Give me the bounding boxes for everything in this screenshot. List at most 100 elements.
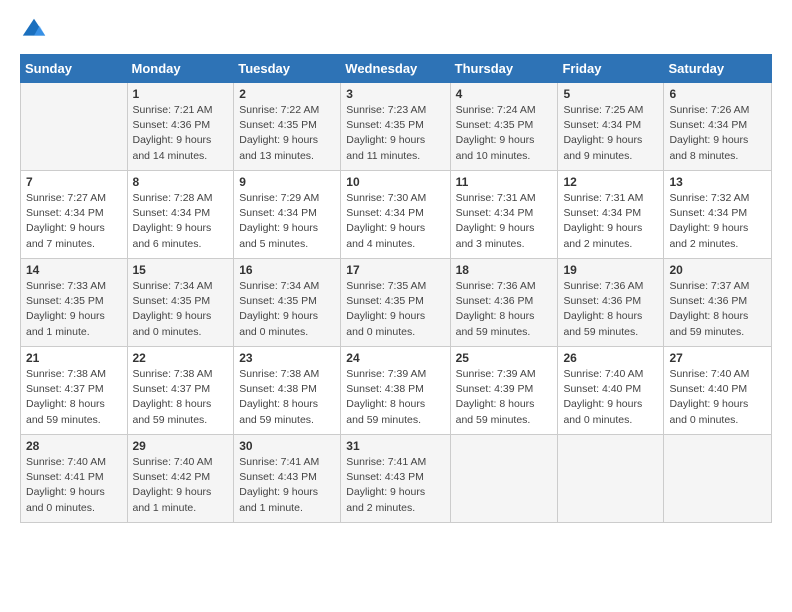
calendar-cell: 10Sunrise: 7:30 AM Sunset: 4:34 PM Dayli… xyxy=(341,171,450,259)
day-number: 14 xyxy=(26,263,122,277)
calendar-cell: 3 Sunrise: 7:23 AM Sunset: 4:35 PM Daylig… xyxy=(341,83,450,171)
cell-sun-info: Sunrise: 7:38 AM Sunset: 4:37 PM Dayligh… xyxy=(133,367,229,428)
calendar-week-row: 28 Sunrise: 7:40 AM Sunset: 4:41 PM Dayli… xyxy=(21,435,772,523)
day-number: 20 xyxy=(669,263,766,277)
cell-sun-info: Sunrise: 7:24 AM Sunset: 4:35 PM Dayligh… xyxy=(456,103,553,164)
calendar-cell: 26 Sunrise: 7:40 AM Sunset: 4:40 PM Dayli… xyxy=(558,347,664,435)
cell-sun-info: Sunrise: 7:38 AM Sunset: 4:37 PM Dayligh… xyxy=(26,367,122,428)
calendar-cell: 27 Sunrise: 7:40 AM Sunset: 4:40 PM Dayli… xyxy=(664,347,772,435)
calendar-cell: 22 Sunrise: 7:38 AM Sunset: 4:37 PM Dayli… xyxy=(127,347,234,435)
calendar-cell xyxy=(664,435,772,523)
cell-sun-info: Sunrise: 7:23 AM Sunset: 4:35 PM Dayligh… xyxy=(346,103,444,164)
cell-sun-info: Sunrise: 7:31 AM Sunset: 4:34 PM Dayligh… xyxy=(563,191,658,252)
calendar-cell: 6 Sunrise: 7:26 AM Sunset: 4:34 PM Daylig… xyxy=(664,83,772,171)
calendar-cell: 31 Sunrise: 7:41 AM Sunset: 4:43 PM Dayli… xyxy=(341,435,450,523)
day-number: 3 xyxy=(346,87,444,101)
cell-sun-info: Sunrise: 7:33 AM Sunset: 4:35 PM Dayligh… xyxy=(26,279,122,340)
calendar-cell: 13Sunrise: 7:32 AM Sunset: 4:34 PM Dayli… xyxy=(664,171,772,259)
day-number: 21 xyxy=(26,351,122,365)
calendar-cell: 24 Sunrise: 7:39 AM Sunset: 4:38 PM Dayli… xyxy=(341,347,450,435)
day-number: 2 xyxy=(239,87,335,101)
calendar-cell: 8Sunrise: 7:28 AM Sunset: 4:34 PM Daylig… xyxy=(127,171,234,259)
day-header-friday: Friday xyxy=(558,55,664,83)
day-number: 15 xyxy=(133,263,229,277)
day-number: 16 xyxy=(239,263,335,277)
cell-sun-info: Sunrise: 7:41 AM Sunset: 4:43 PM Dayligh… xyxy=(346,455,444,516)
day-number: 26 xyxy=(563,351,658,365)
day-number: 10 xyxy=(346,175,444,189)
day-number: 7 xyxy=(26,175,122,189)
calendar-table: SundayMondayTuesdayWednesdayThursdayFrid… xyxy=(20,54,772,523)
cell-sun-info: Sunrise: 7:40 AM Sunset: 4:41 PM Dayligh… xyxy=(26,455,122,516)
cell-sun-info: Sunrise: 7:26 AM Sunset: 4:34 PM Dayligh… xyxy=(669,103,766,164)
calendar-cell: 16 Sunrise: 7:34 AM Sunset: 4:35 PM Dayli… xyxy=(234,259,341,347)
day-header-sunday: Sunday xyxy=(21,55,128,83)
calendar-cell xyxy=(558,435,664,523)
cell-sun-info: Sunrise: 7:34 AM Sunset: 4:35 PM Dayligh… xyxy=(133,279,229,340)
day-number: 28 xyxy=(26,439,122,453)
day-header-tuesday: Tuesday xyxy=(234,55,341,83)
calendar-cell: 1Sunrise: 7:21 AM Sunset: 4:36 PM Daylig… xyxy=(127,83,234,171)
cell-sun-info: Sunrise: 7:41 AM Sunset: 4:43 PM Dayligh… xyxy=(239,455,335,516)
calendar-cell: 12 Sunrise: 7:31 AM Sunset: 4:34 PM Dayli… xyxy=(558,171,664,259)
calendar-cell: 5 Sunrise: 7:25 AM Sunset: 4:34 PM Daylig… xyxy=(558,83,664,171)
day-number: 9 xyxy=(239,175,335,189)
day-number: 29 xyxy=(133,439,229,453)
cell-sun-info: Sunrise: 7:37 AM Sunset: 4:36 PM Dayligh… xyxy=(669,279,766,340)
calendar-cell: 18 Sunrise: 7:36 AM Sunset: 4:36 PM Dayli… xyxy=(450,259,558,347)
calendar-cell xyxy=(450,435,558,523)
cell-sun-info: Sunrise: 7:31 AM Sunset: 4:34 PM Dayligh… xyxy=(456,191,553,252)
calendar-cell: 25Sunrise: 7:39 AM Sunset: 4:39 PM Dayli… xyxy=(450,347,558,435)
calendar-cell: 11 Sunrise: 7:31 AM Sunset: 4:34 PM Dayli… xyxy=(450,171,558,259)
day-header-monday: Monday xyxy=(127,55,234,83)
day-header-thursday: Thursday xyxy=(450,55,558,83)
day-number: 6 xyxy=(669,87,766,101)
page-header xyxy=(20,16,772,44)
calendar-cell: 29Sunrise: 7:40 AM Sunset: 4:42 PM Dayli… xyxy=(127,435,234,523)
cell-sun-info: Sunrise: 7:39 AM Sunset: 4:38 PM Dayligh… xyxy=(346,367,444,428)
calendar-cell: 15 Sunrise: 7:34 AM Sunset: 4:35 PM Dayli… xyxy=(127,259,234,347)
cell-sun-info: Sunrise: 7:28 AM Sunset: 4:34 PM Dayligh… xyxy=(133,191,229,252)
cell-sun-info: Sunrise: 7:25 AM Sunset: 4:34 PM Dayligh… xyxy=(563,103,658,164)
day-number: 5 xyxy=(563,87,658,101)
day-number: 19 xyxy=(563,263,658,277)
calendar-week-row: 14 Sunrise: 7:33 AM Sunset: 4:35 PM Dayli… xyxy=(21,259,772,347)
day-number: 30 xyxy=(239,439,335,453)
day-number: 27 xyxy=(669,351,766,365)
day-number: 24 xyxy=(346,351,444,365)
logo xyxy=(20,16,52,44)
cell-sun-info: Sunrise: 7:34 AM Sunset: 4:35 PM Dayligh… xyxy=(239,279,335,340)
cell-sun-info: Sunrise: 7:21 AM Sunset: 4:36 PM Dayligh… xyxy=(133,103,229,164)
cell-sun-info: Sunrise: 7:36 AM Sunset: 4:36 PM Dayligh… xyxy=(456,279,553,340)
cell-sun-info: Sunrise: 7:35 AM Sunset: 4:35 PM Dayligh… xyxy=(346,279,444,340)
cell-sun-info: Sunrise: 7:39 AM Sunset: 4:39 PM Dayligh… xyxy=(456,367,553,428)
logo-icon xyxy=(20,16,48,44)
cell-sun-info: Sunrise: 7:32 AM Sunset: 4:34 PM Dayligh… xyxy=(669,191,766,252)
days-header-row: SundayMondayTuesdayWednesdayThursdayFrid… xyxy=(21,55,772,83)
calendar-cell: 17Sunrise: 7:35 AM Sunset: 4:35 PM Dayli… xyxy=(341,259,450,347)
day-header-wednesday: Wednesday xyxy=(341,55,450,83)
calendar-week-row: 21 Sunrise: 7:38 AM Sunset: 4:37 PM Dayli… xyxy=(21,347,772,435)
cell-sun-info: Sunrise: 7:36 AM Sunset: 4:36 PM Dayligh… xyxy=(563,279,658,340)
calendar-cell: 9Sunrise: 7:29 AM Sunset: 4:34 PM Daylig… xyxy=(234,171,341,259)
calendar-week-row: 1Sunrise: 7:21 AM Sunset: 4:36 PM Daylig… xyxy=(21,83,772,171)
calendar-cell xyxy=(21,83,128,171)
calendar-cell: 4 Sunrise: 7:24 AM Sunset: 4:35 PM Daylig… xyxy=(450,83,558,171)
calendar-cell: 2Sunrise: 7:22 AM Sunset: 4:35 PM Daylig… xyxy=(234,83,341,171)
calendar-cell: 7 Sunrise: 7:27 AM Sunset: 4:34 PM Daylig… xyxy=(21,171,128,259)
calendar-cell: 14 Sunrise: 7:33 AM Sunset: 4:35 PM Dayli… xyxy=(21,259,128,347)
day-number: 22 xyxy=(133,351,229,365)
day-header-saturday: Saturday xyxy=(664,55,772,83)
cell-sun-info: Sunrise: 7:40 AM Sunset: 4:40 PM Dayligh… xyxy=(563,367,658,428)
day-number: 12 xyxy=(563,175,658,189)
cell-sun-info: Sunrise: 7:27 AM Sunset: 4:34 PM Dayligh… xyxy=(26,191,122,252)
calendar-cell: 28 Sunrise: 7:40 AM Sunset: 4:41 PM Dayli… xyxy=(21,435,128,523)
day-number: 18 xyxy=(456,263,553,277)
calendar-cell: 23Sunrise: 7:38 AM Sunset: 4:38 PM Dayli… xyxy=(234,347,341,435)
cell-sun-info: Sunrise: 7:40 AM Sunset: 4:40 PM Dayligh… xyxy=(669,367,766,428)
day-number: 4 xyxy=(456,87,553,101)
calendar-cell: 30 Sunrise: 7:41 AM Sunset: 4:43 PM Dayli… xyxy=(234,435,341,523)
day-number: 31 xyxy=(346,439,444,453)
calendar-cell: 19 Sunrise: 7:36 AM Sunset: 4:36 PM Dayli… xyxy=(558,259,664,347)
day-number: 11 xyxy=(456,175,553,189)
